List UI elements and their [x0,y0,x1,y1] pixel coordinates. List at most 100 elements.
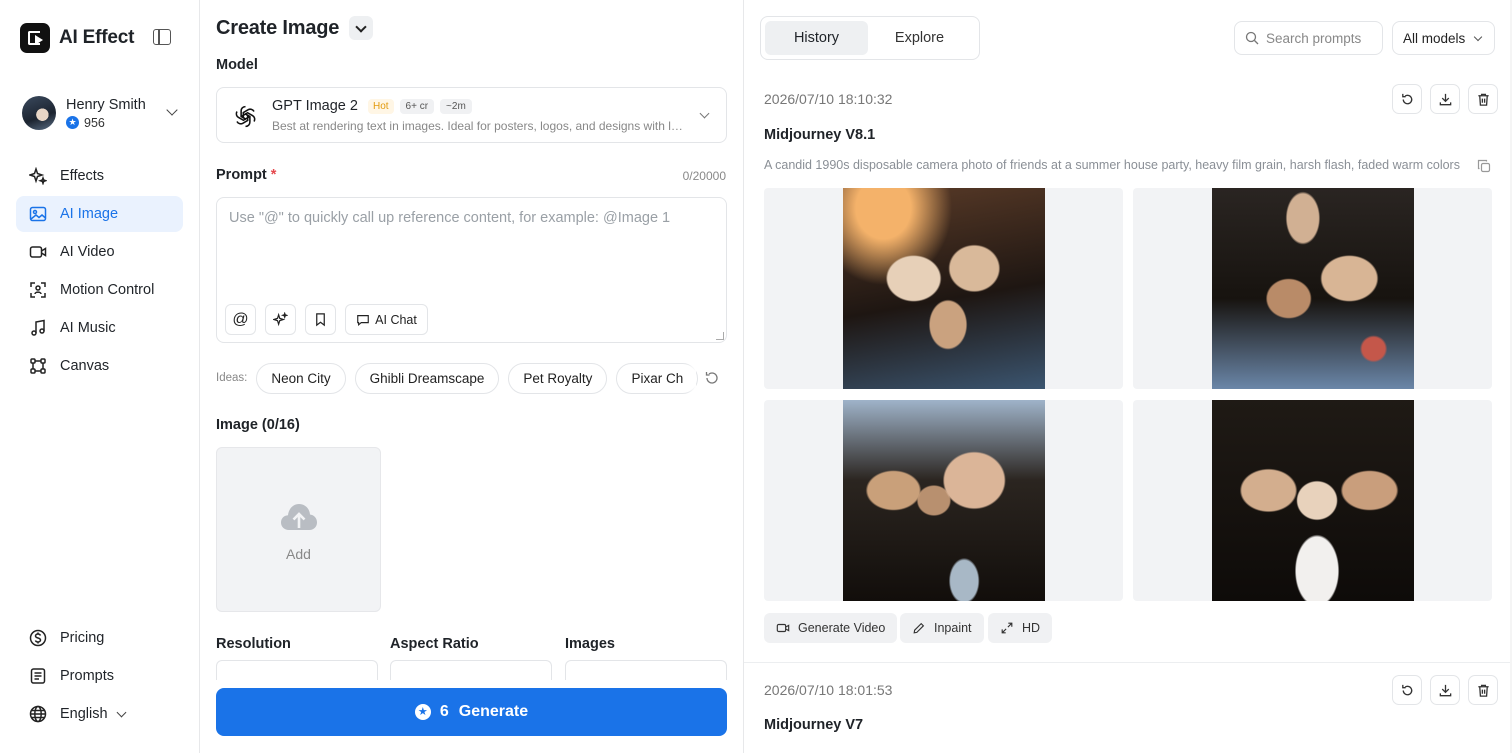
mention-button[interactable]: @ [225,304,256,335]
copy-icon[interactable] [1477,159,1491,173]
nav-label: Motion Control [60,282,155,298]
main-nav: Effects AI Image AI Video Motion Control… [16,158,183,386]
redo-icon [1401,93,1412,104]
download-icon [1439,684,1451,696]
brand[interactable]: AI Effect [20,23,134,53]
nav-item-pricing[interactable]: Pricing [16,620,183,656]
credit-star-icon: ★ [66,116,79,129]
nav-label: Effects [60,168,105,184]
inpaint-label: Inpaint [934,621,972,635]
history-panel: History Explore All models 2026/07/10 18… [744,0,1512,753]
hot-badge: Hot [367,98,394,114]
model-filter-label: All models [1403,30,1466,46]
sparkle-icon [29,167,47,185]
download-button[interactable] [1430,84,1460,114]
nav-item-motion-control[interactable]: Motion Control [16,272,183,308]
generate-video-label: Generate Video [798,621,886,635]
nav-label: AI Music [60,320,116,336]
video-icon [29,243,47,261]
sidebar: AI Effect Henry Smith ★ 956 Effects AI I… [0,0,200,753]
result-photo [1212,400,1414,601]
prompt-label: Prompt * [216,167,276,183]
nav-label: Canvas [60,358,110,374]
entry-actions [1384,675,1498,705]
idea-chip[interactable]: Pet Royalty [508,362,608,394]
trash-icon [1477,684,1489,697]
hd-label: HD [1022,621,1041,635]
result-image[interactable] [1133,400,1492,601]
download-button[interactable] [1430,675,1460,705]
images-count-label: Images [565,636,615,652]
hd-button[interactable]: HD [988,613,1053,643]
history-tabs: History Explore [760,16,980,60]
saved-prompts-button[interactable] [305,304,336,335]
nav-label: AI Image [60,206,119,222]
mode-dropdown-button[interactable] [349,16,374,40]
search-box [1234,21,1383,55]
ideas-fade [686,362,696,394]
expand-icon [1001,622,1013,634]
nav-item-ai-music[interactable]: AI Music [16,310,183,346]
language-selector[interactable]: English [16,696,183,732]
add-image-tile[interactable]: Add [216,447,381,612]
search-icon [1245,31,1259,45]
enhance-prompt-button[interactable] [265,304,296,335]
resize-handle[interactable] [716,332,724,340]
ai-chat-label: AI Chat [375,312,417,327]
delete-button[interactable] [1468,675,1498,705]
prompt-label-text: Prompt [216,167,267,183]
model-selector[interactable]: GPT Image 2 Hot 6+ cr ~2m Best at render… [216,87,727,143]
generate-video-button[interactable]: Generate Video [764,613,898,643]
download-icon [1439,93,1451,105]
prompt-input[interactable] [229,210,709,290]
result-image[interactable] [1133,188,1492,389]
idea-chip[interactable]: Neon City [256,362,346,394]
result-photo [1212,188,1414,389]
user-name: Henry Smith [66,96,146,113]
chevron-down-icon [1474,32,1483,41]
nav-item-effects[interactable]: Effects [16,158,183,194]
nav-item-canvas[interactable]: Canvas [16,348,183,384]
ai-chat-button[interactable]: AI Chat [345,304,428,335]
tab-explore[interactable]: Explore [868,21,971,55]
nav-item-ai-image[interactable]: AI Image [16,196,183,232]
refresh-icon[interactable] [704,370,720,386]
language-label: English [60,706,108,722]
pencil-icon [913,622,925,634]
model-name: GPT Image 2 [272,98,358,114]
delete-button[interactable] [1468,84,1498,114]
nav-item-ai-video[interactable]: AI Video [16,234,183,270]
result-photo [843,400,1045,601]
globe-icon [29,705,47,723]
generate-button[interactable]: ★ 6 Generate [216,688,727,736]
secondary-nav: Pricing Prompts English [16,620,183,734]
chevron-down-icon[interactable] [166,104,178,116]
model-filter-select[interactable]: All models [1392,21,1495,55]
page-title: Create Image [216,16,340,39]
resolution-select[interactable] [216,660,378,680]
tab-history[interactable]: History [765,21,868,55]
aspect-ratio-select[interactable] [390,660,552,680]
user-menu[interactable]: Henry Smith ★ 956 [22,96,182,130]
generate-label: Generate [458,703,529,720]
nav-item-prompts[interactable]: Prompts [16,658,183,694]
images-count-select[interactable] [565,660,727,680]
regenerate-button[interactable] [1392,675,1422,705]
openai-logo-icon [235,105,256,128]
image-label: Image (0/16) [216,417,300,433]
aspect-ratio-label: Aspect Ratio [390,636,479,652]
result-image[interactable] [764,188,1123,389]
time-badge: ~2m [440,98,472,114]
nav-label: AI Video [60,244,115,260]
result-image[interactable] [764,400,1123,601]
regenerate-button[interactable] [1392,84,1422,114]
inpaint-button[interactable]: Inpaint [900,613,984,643]
idea-chip[interactable]: Ghibli Dreamscape [354,362,500,394]
entry-timestamp: 2026/07/10 18:10:32 [764,91,893,107]
ideas-row: Ideas: Neon City Ghibli Dreamscape Pet R… [216,362,728,394]
chat-icon [357,314,369,326]
entry-timestamp: 2026/07/10 18:01:53 [764,682,893,698]
sidebar-toggle-icon[interactable] [153,29,171,45]
credit-star-icon: ★ [414,704,431,720]
search-input[interactable] [1266,30,1376,46]
